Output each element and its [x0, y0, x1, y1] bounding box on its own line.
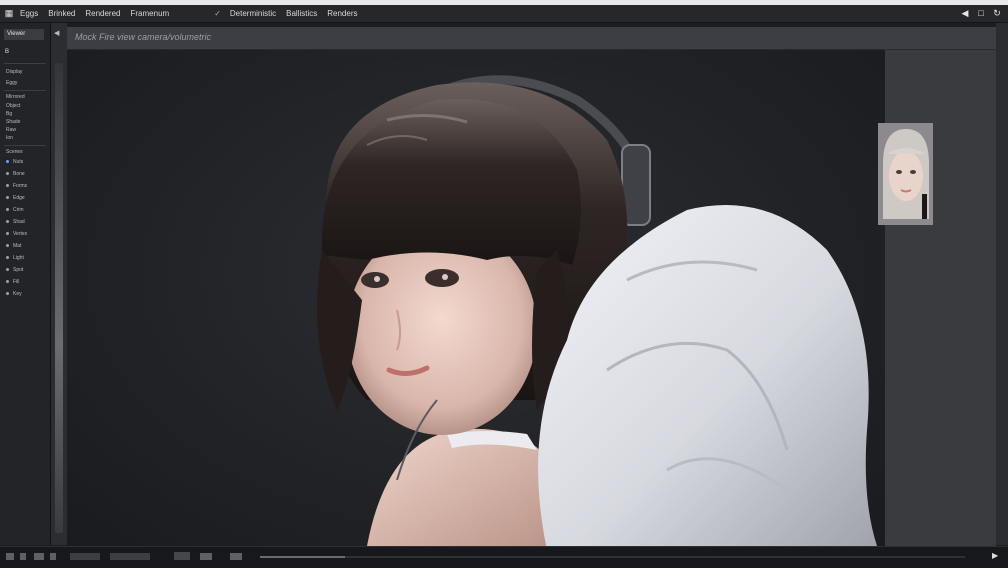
layer-row[interactable]: Edge: [6, 195, 25, 201]
zoom-control[interactable]: [174, 552, 190, 560]
layer-row[interactable]: Bone: [6, 171, 25, 177]
layer-row[interactable]: Nuts: [6, 159, 23, 165]
layer-row[interactable]: Crim: [6, 207, 24, 213]
layer-row[interactable]: Spot: [6, 267, 23, 273]
divider: [4, 145, 46, 146]
menu-item-2[interactable]: Brinked: [43, 9, 80, 18]
layer-row[interactable]: Fill: [6, 279, 19, 285]
outliner-row[interactable]: Shade: [6, 119, 20, 125]
layer-row[interactable]: Vertex: [6, 231, 27, 237]
layer-row[interactable]: Key: [6, 291, 22, 297]
visibility-dot-icon[interactable]: [6, 292, 9, 296]
layer-row[interactable]: Shad: [6, 219, 25, 225]
menu-item-7[interactable]: Renders: [322, 9, 362, 18]
thumbnail-image: [879, 124, 932, 224]
viewport-title: Mock Fire view camera/volumetric: [75, 32, 212, 42]
menu-item-5[interactable]: Deterministic: [225, 9, 281, 18]
visibility-dot-icon[interactable]: [6, 184, 9, 188]
divider: [4, 63, 46, 64]
window-controls: ◀ □ ↻: [960, 8, 1008, 19]
vertical-slider[interactable]: [55, 63, 63, 533]
outliner-row[interactable]: Object: [6, 103, 20, 109]
refresh-icon[interactable]: ↻: [992, 8, 1002, 19]
visibility-dot-icon[interactable]: [6, 280, 9, 284]
keyframe-icon[interactable]: [200, 553, 212, 560]
first-frame-icon[interactable]: [6, 553, 14, 560]
timeline-progress: [260, 556, 345, 558]
outliner-row[interactable]: Ion: [6, 135, 13, 141]
next-frame-icon[interactable]: [50, 553, 56, 560]
window-icon[interactable]: □: [976, 8, 986, 19]
collapse-chevron-icon[interactable]: ◀: [54, 29, 59, 37]
visibility-dot-icon[interactable]: [6, 232, 9, 236]
menu-item-4[interactable]: Framenum: [126, 9, 175, 18]
right-scrollbar[interactable]: [996, 23, 1008, 545]
visibility-dot-icon[interactable]: [6, 244, 9, 248]
visibility-dot-icon[interactable]: [6, 220, 9, 224]
outliner-row[interactable]: Mirrored: [6, 94, 25, 100]
layer-row[interactable]: Mat: [6, 243, 21, 249]
render-viewport[interactable]: [67, 50, 885, 546]
divider: [4, 90, 46, 91]
outliner-row[interactable]: Raw: [6, 127, 16, 133]
visibility-dot-icon[interactable]: [6, 196, 9, 200]
outliner-row[interactable]: Eggy: [6, 80, 17, 86]
prev-frame-icon[interactable]: [20, 553, 26, 560]
menu-item-3[interactable]: Rendered: [80, 9, 125, 18]
menu-item-6[interactable]: Ballistics: [281, 9, 322, 18]
menubar: ▦ Eggs Brinked Rendered Framenum ✓ Deter…: [0, 5, 1008, 23]
play-back-icon[interactable]: ◀: [960, 8, 970, 19]
frame-field[interactable]: [70, 553, 100, 560]
panel-tool-button[interactable]: B: [5, 49, 9, 55]
outliner-row[interactable]: Bg: [6, 111, 12, 117]
menu-separator-icon: ✓: [214, 9, 221, 18]
visibility-dot-icon[interactable]: [6, 160, 9, 164]
end-frame-icon[interactable]: ▶: [992, 551, 998, 560]
layer-row[interactable]: Light: [6, 255, 24, 261]
layer-row[interactable]: Forms: [6, 183, 27, 189]
loop-icon[interactable]: [230, 553, 242, 560]
visibility-dot-icon[interactable]: [6, 172, 9, 176]
viewport-header: Mock Fire view camera/volumetric: [67, 27, 996, 50]
outliner-section-label: Scenes: [6, 149, 23, 155]
outliner-row[interactable]: Display: [6, 69, 22, 75]
app-logo-icon[interactable]: ▦: [3, 8, 15, 19]
visibility-dot-icon[interactable]: [6, 208, 9, 212]
visibility-dot-icon[interactable]: [6, 268, 9, 272]
visibility-dot-icon[interactable]: [6, 256, 9, 260]
reference-thumbnail[interactable]: [878, 123, 933, 225]
outliner-panel: Viewer B Display Eggy Mirrored Object Bg…: [0, 23, 51, 545]
timeline-track[interactable]: [260, 556, 965, 558]
panel-tab[interactable]: Viewer: [4, 29, 44, 40]
tool-strip: ◀: [51, 23, 67, 545]
render-image: [317, 75, 877, 546]
range-field[interactable]: [110, 553, 150, 560]
timeline-bar: ▶: [0, 546, 1008, 568]
menu-item-1[interactable]: Eggs: [15, 9, 43, 18]
play-icon[interactable]: [34, 553, 44, 560]
